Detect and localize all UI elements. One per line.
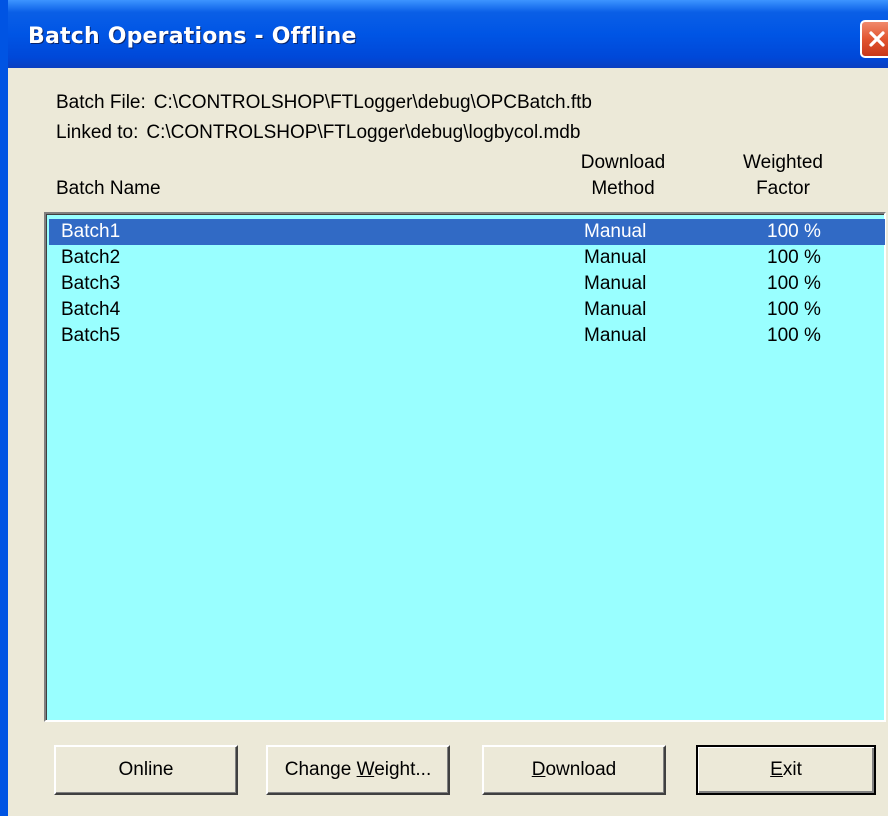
download-button-label: Download [531, 759, 617, 780]
list-item[interactable]: Batch4 Manual 100 % [49, 297, 885, 323]
list-item[interactable]: Batch5 Manual 100 % [49, 323, 885, 349]
close-button[interactable] [860, 20, 888, 58]
list-item[interactable]: Batch2 Manual 100 % [49, 245, 885, 271]
linked-to-line: Linked to: C:\CONTROLSHOP\FTLogger\debug\… [56, 122, 580, 144]
download-method: Manual [584, 273, 647, 294]
linked-to-path: C:\CONTROLSHOP\FTLogger\debug\logbycol.m… [146, 122, 581, 143]
weighted-factor: 100 % [767, 299, 821, 320]
batch-name: Batch1 [61, 221, 121, 242]
download-method: Manual [584, 221, 647, 242]
download-button[interactable]: Download [482, 745, 666, 795]
list-item[interactable]: Batch1 Manual 100 % [49, 219, 885, 245]
batch-file-line: Batch File: C:\CONTROLSHOP\FTLogger\debug… [56, 92, 592, 114]
column-header-download-method: Download Method [568, 150, 678, 202]
exit-button-label: Exit [770, 759, 802, 780]
download-method: Manual [584, 325, 647, 346]
change-weight-button-label: Change Weight... [284, 759, 432, 780]
batch-name: Batch2 [61, 247, 121, 268]
weighted-factor: 100 % [767, 221, 821, 242]
column-header-batch-name: Batch Name [56, 178, 161, 199]
batch-list[interactable]: Batch1 Manual 100 % Batch2 Manual 100 % … [44, 212, 886, 722]
batch-list-inner: Batch1 Manual 100 % Batch2 Manual 100 % … [46, 214, 885, 720]
batch-file-label: Batch File: [56, 92, 146, 113]
column-header-method-line1: Download [580, 152, 666, 173]
weighted-factor: 100 % [767, 273, 821, 294]
batch-name: Batch4 [61, 299, 121, 320]
linked-to-label: Linked to: [56, 122, 139, 143]
column-header-weighted-factor: Weighted Factor [728, 150, 838, 202]
change-weight-button[interactable]: Change Weight... [266, 745, 450, 795]
online-button[interactable]: Online [54, 745, 238, 795]
weighted-factor: 100 % [767, 325, 821, 346]
batch-name: Batch5 [61, 325, 121, 346]
column-header-method-line2: Method [591, 178, 655, 199]
column-header-factor-line1: Weighted [743, 152, 823, 173]
list-item[interactable]: Batch3 Manual 100 % [49, 271, 885, 297]
download-method: Manual [584, 247, 647, 268]
column-header-factor-line2: Factor [756, 178, 810, 199]
exit-button[interactable]: Exit [696, 745, 876, 795]
weighted-factor: 100 % [767, 247, 821, 268]
title-bar[interactable]: Batch Operations - Offline [8, 0, 888, 68]
batch-file-path: C:\CONTROLSHOP\FTLogger\debug\OPCBatch.f… [153, 92, 592, 113]
window-title: Batch Operations - Offline [28, 24, 357, 49]
download-method: Manual [584, 299, 647, 320]
batch-operations-window: Batch Operations - Offline Batch File: C:… [0, 0, 888, 816]
batch-name: Batch3 [61, 273, 121, 294]
online-button-label: Online [118, 759, 174, 780]
